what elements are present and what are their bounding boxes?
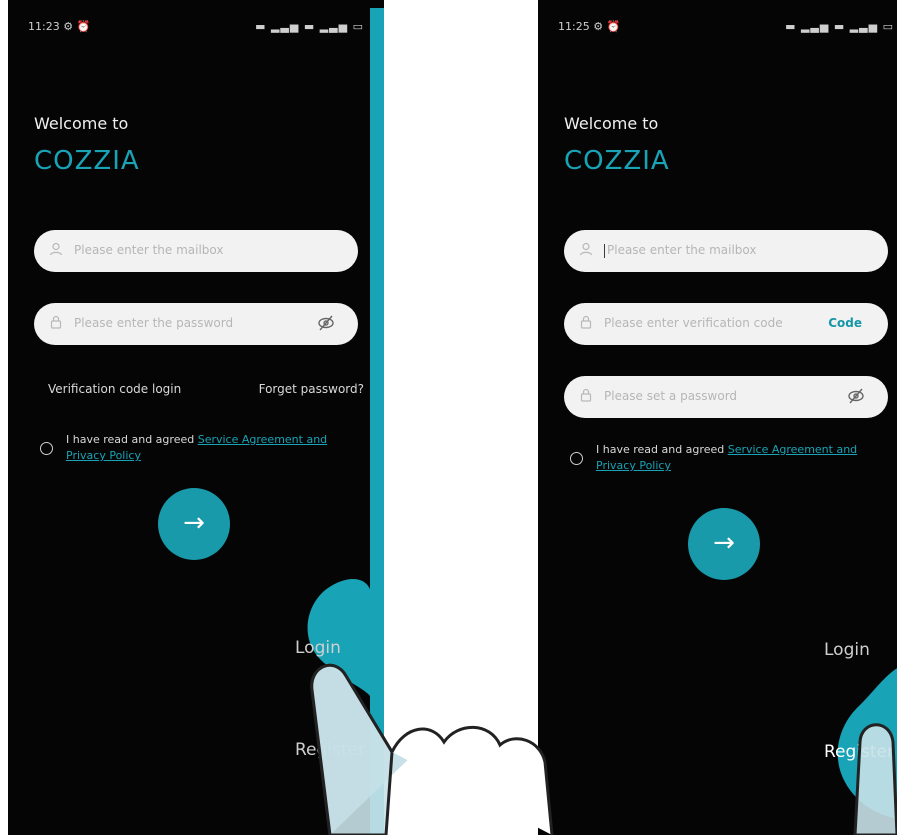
login-screen: 11:23 ⚙ ⏰ ▬ ▂▃▅ ▬ ▂▃▅ ▭ Welcome to COZZI…	[8, 0, 384, 835]
teal-wave-decoration	[837, 668, 897, 819]
login-tab[interactable]: Login	[295, 638, 341, 658]
register-screen: 11:25 ⚙ ⏰ ▬ ▂▃▅ ▬ ▂▃▅ ▭ Welcome to COZZI…	[538, 0, 897, 835]
login-tab[interactable]: Login	[824, 640, 870, 660]
register-tab[interactable]: Register	[824, 742, 894, 762]
teal-wave-decoration	[307, 8, 384, 835]
register-tab[interactable]: Register	[295, 740, 365, 760]
